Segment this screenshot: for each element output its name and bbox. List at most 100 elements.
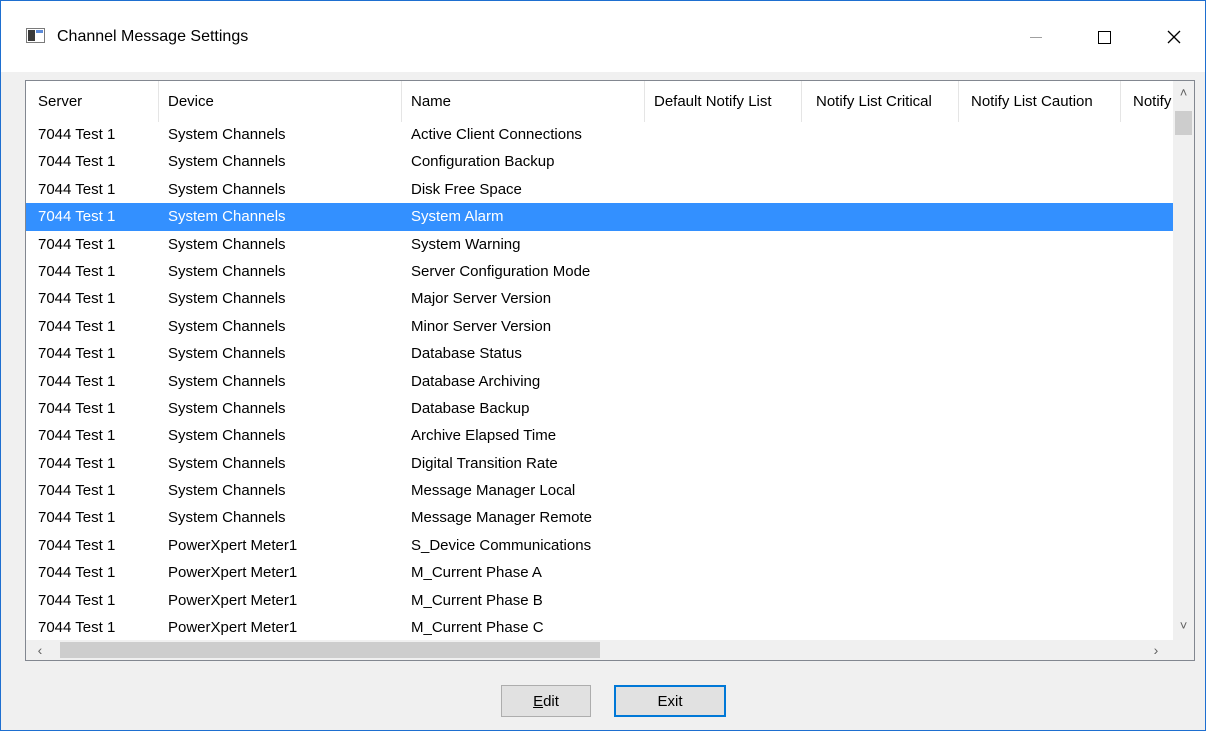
device-cell: System Channels: [168, 345, 286, 363]
table-row[interactable]: 7044 Test 1 System Channels Minor Server V…: [26, 313, 1173, 340]
device-cell: System Channels: [168, 399, 286, 417]
name-cell: Database Backup: [411, 399, 530, 417]
horizontal-scroll-thumb[interactable]: [60, 642, 600, 658]
name-cell: Digital Transition Rate: [411, 454, 558, 472]
server-cell: 7044 Test 1: [38, 153, 116, 171]
server-cell: 7044 Test 1: [38, 208, 116, 226]
name-cell: Message Manager Local: [411, 482, 576, 500]
device-cell: System Channels: [168, 208, 286, 226]
exit-button-label: Exit: [657, 692, 683, 710]
table-row[interactable]: 7044 Test 1 System Channels Server Configu…: [26, 258, 1173, 285]
table-row[interactable]: 7044 Test 1 System Channels Major Server V…: [26, 285, 1173, 312]
table-row[interactable]: 7044 Test 1 System Channels Digital Transi…: [26, 450, 1173, 477]
table-row[interactable]: 7044 Test 1 PowerXpert Meter1 M_Current Ph…: [26, 559, 1173, 586]
table-row[interactable]: 7044 Test 1 PowerXpert Meter1 M_Current Ph…: [26, 587, 1173, 614]
column-header-device[interactable]: Device: [159, 81, 402, 122]
server-cell: 7044 Test 1: [38, 180, 116, 198]
column-header-name[interactable]: Name: [402, 81, 645, 122]
device-cell: PowerXpert Meter1: [168, 619, 298, 637]
table-row[interactable]: 7044 Test 1 System Channels Disk Free Spac…: [26, 176, 1173, 203]
minimize-icon: [1030, 36, 1042, 38]
server-cell: 7044 Test 1: [38, 372, 116, 390]
name-cell: S_Device Communications: [411, 536, 592, 554]
server-cell: 7044 Test 1: [38, 427, 116, 445]
device-cell: System Channels: [168, 235, 286, 253]
maximize-button[interactable]: [1081, 22, 1127, 52]
device-cell: System Channels: [168, 317, 286, 335]
server-cell: 7044 Test 1: [38, 235, 116, 253]
table-row[interactable]: 7044 Test 1 PowerXpert Meter1 S_Device Com…: [26, 532, 1173, 559]
column-header-server[interactable]: Server: [26, 81, 159, 122]
table-row[interactable]: 7044 Test 1 System Channels Database Archi…: [26, 368, 1173, 395]
table-row[interactable]: 7044 Test 1 System Channels Message Manage…: [26, 504, 1173, 531]
vertical-scroll-thumb[interactable]: [1175, 111, 1192, 135]
table-row[interactable]: 7044 Test 1 System Channels Database Backu…: [26, 395, 1173, 422]
device-cell: System Channels: [168, 482, 286, 500]
close-icon: [1167, 30, 1181, 44]
maximize-icon: [1097, 30, 1111, 44]
table-row[interactable]: 7044 Test 1 System Channels System Warning: [26, 231, 1173, 258]
device-cell: System Channels: [168, 427, 286, 445]
vertical-scrollbar[interactable]: ˄ ˅: [1173, 81, 1194, 640]
window-title: Channel Message Settings: [57, 28, 249, 45]
scrollbar-corner: [1173, 640, 1194, 660]
server-cell: 7044 Test 1: [38, 345, 116, 363]
server-cell: 7044 Test 1: [38, 454, 116, 472]
list-rows: 7044 Test 1 System Channels Active Client …: [26, 121, 1173, 641]
name-cell: M_Current Phase A: [411, 564, 542, 582]
name-cell: Archive Elapsed Time: [411, 427, 557, 445]
server-cell: 7044 Test 1: [38, 591, 116, 609]
channel-list-view[interactable]: Server Device Name Default Notify List N…: [25, 80, 1195, 661]
column-header-notify-list-caution[interactable]: Notify List Caution: [959, 81, 1121, 122]
name-cell: Database Status: [411, 345, 522, 363]
name-cell: Minor Server Version: [411, 317, 552, 335]
scroll-up-arrow-icon[interactable]: ˄: [1173, 84, 1194, 102]
name-cell: Database Archiving: [411, 372, 541, 390]
exit-button[interactable]: Exit: [614, 685, 726, 717]
device-cell: System Channels: [168, 290, 286, 308]
scroll-left-arrow-icon[interactable]: ‹: [30, 640, 50, 660]
name-cell: Configuration Backup: [411, 153, 555, 171]
name-cell: M_Current Phase C: [411, 619, 544, 637]
scroll-down-arrow-icon[interactable]: ˅: [1173, 617, 1194, 635]
list-header: Server Device Name Default Notify List N…: [26, 81, 1176, 122]
title-bar[interactable]: Channel Message Settings: [1, 1, 1205, 72]
device-cell: System Channels: [168, 180, 286, 198]
server-cell: 7044 Test 1: [38, 509, 116, 527]
device-cell: PowerXpert Meter1: [168, 536, 298, 554]
name-cell: System Warning: [411, 235, 521, 253]
name-cell: M_Current Phase B: [411, 591, 543, 609]
device-cell: System Channels: [168, 262, 286, 280]
table-row[interactable]: 7044 Test 1 System Channels Database Statu…: [26, 340, 1173, 367]
server-cell: 7044 Test 1: [38, 290, 116, 308]
column-header-default-notify-list[interactable]: Default Notify List: [645, 81, 802, 122]
device-cell: System Channels: [168, 153, 286, 171]
table-row[interactable]: 7044 Test 1 System Channels Message Manage…: [26, 477, 1173, 504]
table-row[interactable]: 7044 Test 1 System Channels Active Client …: [26, 121, 1173, 148]
name-cell: Message Manager Remote: [411, 509, 592, 527]
name-cell: System Alarm: [411, 208, 504, 226]
column-header-notify[interactable]: Notify: [1121, 81, 1173, 122]
name-cell: Server Configuration Mode: [411, 262, 591, 280]
edit-button-accelerator: E: [533, 692, 544, 710]
device-cell: System Channels: [168, 454, 286, 472]
horizontal-scrollbar[interactable]: ‹ ›: [26, 640, 1173, 660]
table-row[interactable]: 7044 Test 1 System Channels System Alarm: [26, 203, 1173, 231]
table-row[interactable]: 7044 Test 1 System Channels Configuration …: [26, 148, 1173, 175]
device-cell: System Channels: [168, 126, 286, 143]
table-row[interactable]: 7044 Test 1 System Channels Archive Elapse…: [26, 422, 1173, 449]
table-row[interactable]: 7044 Test 1 PowerXpert Meter1 M_Current Ph…: [26, 614, 1173, 641]
minimize-button[interactable]: [1013, 22, 1059, 52]
device-cell: System Channels: [168, 372, 286, 390]
close-button[interactable]: [1151, 22, 1197, 52]
app-window-icon: [26, 28, 45, 43]
name-cell: Major Server Version: [411, 290, 552, 308]
name-cell: Disk Free Space: [411, 180, 522, 198]
column-header-notify-list-critical[interactable]: Notify List Critical: [802, 81, 959, 122]
device-cell: PowerXpert Meter1: [168, 591, 298, 609]
scroll-right-arrow-icon[interactable]: ›: [1146, 640, 1166, 660]
edit-button[interactable]: Edit: [501, 685, 591, 717]
server-cell: 7044 Test 1: [38, 482, 116, 500]
device-cell: System Channels: [168, 509, 286, 527]
server-cell: 7044 Test 1: [38, 317, 116, 335]
